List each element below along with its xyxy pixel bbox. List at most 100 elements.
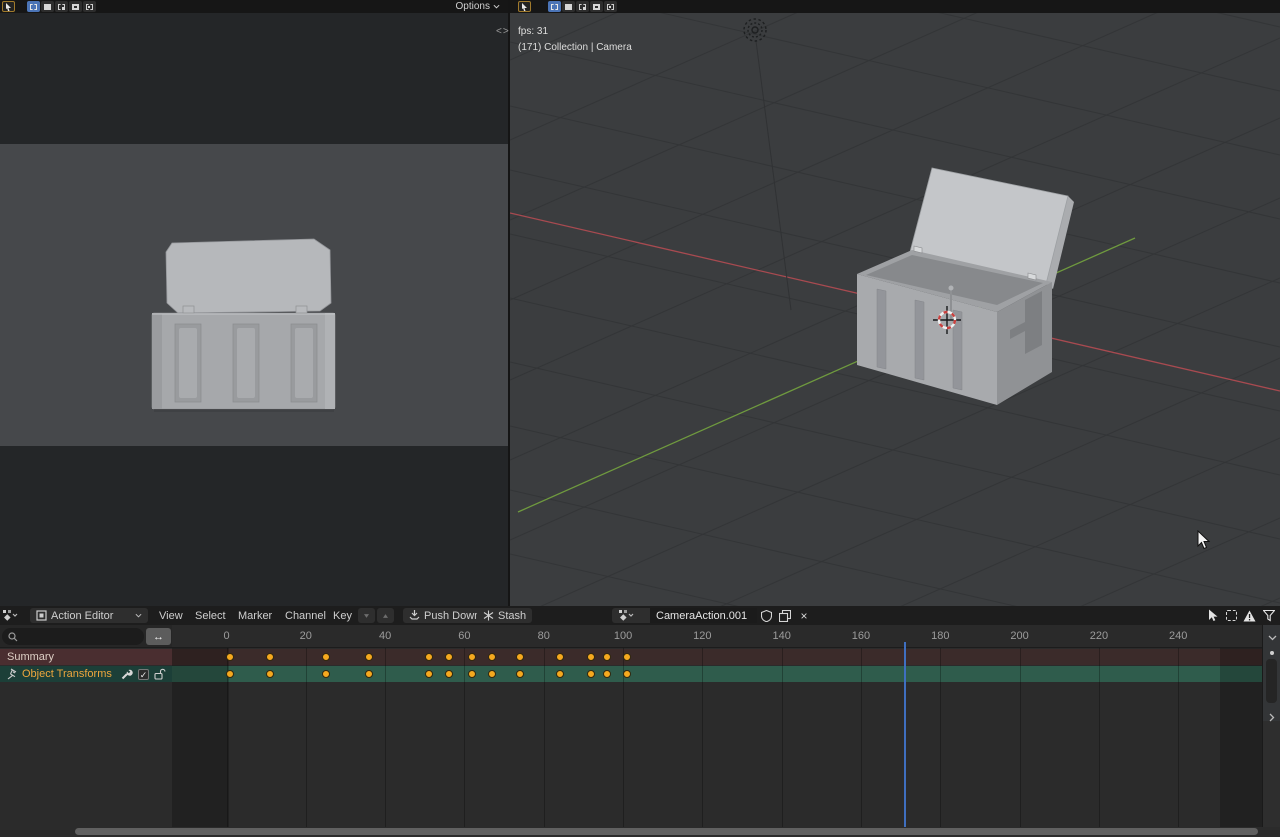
- splitter-grip-icon[interactable]: <>: [496, 26, 510, 37]
- camera-view-chest: [0, 0, 508, 606]
- chevron-down-icon: [493, 4, 500, 9]
- chest-lid-front: [166, 239, 331, 313]
- menu-view[interactable]: View: [157, 606, 185, 625]
- menu-marker[interactable]: Marker: [236, 606, 274, 625]
- chest-object[interactable]: [857, 168, 1074, 405]
- keyframe-dot[interactable]: [322, 670, 330, 678]
- channel-enable-checkbox[interactable]: ✓: [138, 669, 149, 680]
- select-box-invert-icon[interactable]: [590, 1, 603, 12]
- warning-icon: [1243, 610, 1256, 622]
- dope-sheet-editor[interactable]: Action Editor View Select Marker Channel…: [0, 606, 1280, 837]
- keyframe-dot[interactable]: [365, 670, 373, 678]
- move-channel-up-button[interactable]: [377, 608, 394, 623]
- viewport-camera[interactable]: Options: [0, 0, 508, 606]
- show-errors-toggle[interactable]: [1240, 606, 1258, 625]
- new-action-button[interactable]: [776, 606, 794, 625]
- keyframe-dot[interactable]: [445, 653, 453, 661]
- chest-hinge: [296, 306, 307, 313]
- select-box-new-icon[interactable]: [27, 1, 40, 12]
- unlock-icon[interactable]: [154, 668, 166, 680]
- keyframe-dot[interactable]: [425, 670, 433, 678]
- viewport-perspective[interactable]: fps: 31 (171) Collection | Camera: [510, 0, 1280, 606]
- frame-gridline: [385, 648, 386, 827]
- keyframe-dot[interactable]: [425, 653, 433, 661]
- light-object[interactable]: [744, 19, 791, 310]
- keyframe-dot[interactable]: [516, 653, 524, 661]
- frame-gridline: [1178, 648, 1179, 827]
- timeline-ruler[interactable]: 020406080100120140160180200220240: [172, 625, 1262, 648]
- pin-icon[interactable]: [7, 668, 18, 680]
- keyframe-dot[interactable]: [603, 670, 611, 678]
- keyframe-dot[interactable]: [623, 670, 631, 678]
- open-sidebar-button[interactable]: [1263, 709, 1280, 727]
- frame-gridline: [782, 648, 783, 827]
- chest-panels: [175, 324, 317, 402]
- select-box-extend-icon[interactable]: [562, 1, 575, 12]
- menu-channel[interactable]: Channel: [283, 606, 328, 625]
- tweak-tool-icon[interactable]: [2, 1, 15, 12]
- modifier-wrench-icon[interactable]: [121, 668, 133, 680]
- editor-mode-dropdown[interactable]: Action Editor: [30, 608, 148, 623]
- fps-counter: fps: 31: [518, 24, 632, 40]
- options-dropdown[interactable]: Options: [456, 0, 500, 13]
- stash-button[interactable]: Stash: [477, 608, 532, 623]
- keyframe-dot[interactable]: [468, 670, 476, 678]
- perspective-scene: [510, 0, 1280, 606]
- keyframe-dot[interactable]: [445, 670, 453, 678]
- keyframe-dot[interactable]: [516, 670, 524, 678]
- tweak-tool-icon[interactable]: [518, 1, 531, 12]
- ruler-tick-label: 20: [300, 630, 312, 642]
- select-box-intersect-icon[interactable]: [604, 1, 617, 12]
- action-editor-icon: [36, 610, 47, 621]
- browse-action-button[interactable]: [612, 608, 650, 623]
- viewport-left-header: Options: [0, 0, 508, 13]
- select-box-extend-icon[interactable]: [41, 1, 54, 12]
- select-box-intersect-icon[interactable]: [83, 1, 96, 12]
- select-mode-group: [548, 1, 617, 12]
- ruler-tick-label: 100: [614, 630, 632, 642]
- keyframe-dot[interactable]: [556, 670, 564, 678]
- channel-search-box[interactable]: [2, 628, 144, 645]
- unlink-action-button[interactable]: ×: [795, 606, 813, 625]
- channel-label: Summary: [7, 651, 54, 663]
- filter-button[interactable]: [1260, 606, 1278, 625]
- fake-user-button[interactable]: [757, 606, 775, 625]
- action-name: CameraAction.001: [656, 610, 747, 622]
- double-arrow-icon: ↔: [153, 631, 164, 643]
- select-box-invert-icon[interactable]: [69, 1, 82, 12]
- editor-type-button[interactable]: [2, 606, 18, 625]
- select-box-new-icon[interactable]: [548, 1, 561, 12]
- menu-select[interactable]: Select: [193, 606, 228, 625]
- ruler-tick-label: 200: [1010, 630, 1028, 642]
- select-box-subtract-icon[interactable]: [55, 1, 68, 12]
- push-down-label: Push Down: [424, 610, 480, 622]
- playhead-line[interactable]: [904, 642, 906, 827]
- only-selected-toggle[interactable]: [1204, 606, 1222, 625]
- move-channel-down-button[interactable]: [358, 608, 375, 623]
- keyframe-dot[interactable]: [623, 653, 631, 661]
- expand-channels-button[interactable]: ↔: [146, 628, 171, 645]
- show-hidden-toggle[interactable]: [1222, 606, 1240, 625]
- select-box-subtract-icon[interactable]: [576, 1, 589, 12]
- menu-key[interactable]: Key: [331, 606, 354, 625]
- frame-gridline: [306, 648, 307, 827]
- channel-search-input[interactable]: [22, 631, 122, 642]
- options-label: Options: [456, 1, 490, 12]
- vertical-scrollbar[interactable]: [1266, 659, 1277, 703]
- keyframe-dot[interactable]: [226, 670, 234, 678]
- ruler-tick-label: 120: [693, 630, 711, 642]
- keyframe-dot[interactable]: [322, 653, 330, 661]
- frame-gridline: [1099, 648, 1100, 827]
- horizontal-scrollbar[interactable]: [75, 828, 1258, 835]
- keyframe-dot[interactable]: [266, 670, 274, 678]
- funnel-icon: [1263, 610, 1275, 622]
- keyframe-dot[interactable]: [556, 653, 564, 661]
- keyframe-dot[interactable]: [488, 670, 496, 678]
- ruler-tick-label: 220: [1090, 630, 1108, 642]
- ruler-tick-label: 0: [223, 630, 229, 642]
- ruler-tick-label: 60: [458, 630, 470, 642]
- action-name-field[interactable]: CameraAction.001: [650, 608, 757, 623]
- action-browse-icon: [618, 609, 634, 622]
- push-down-button[interactable]: Push Down: [403, 608, 486, 623]
- keyframe-dot[interactable]: [587, 670, 595, 678]
